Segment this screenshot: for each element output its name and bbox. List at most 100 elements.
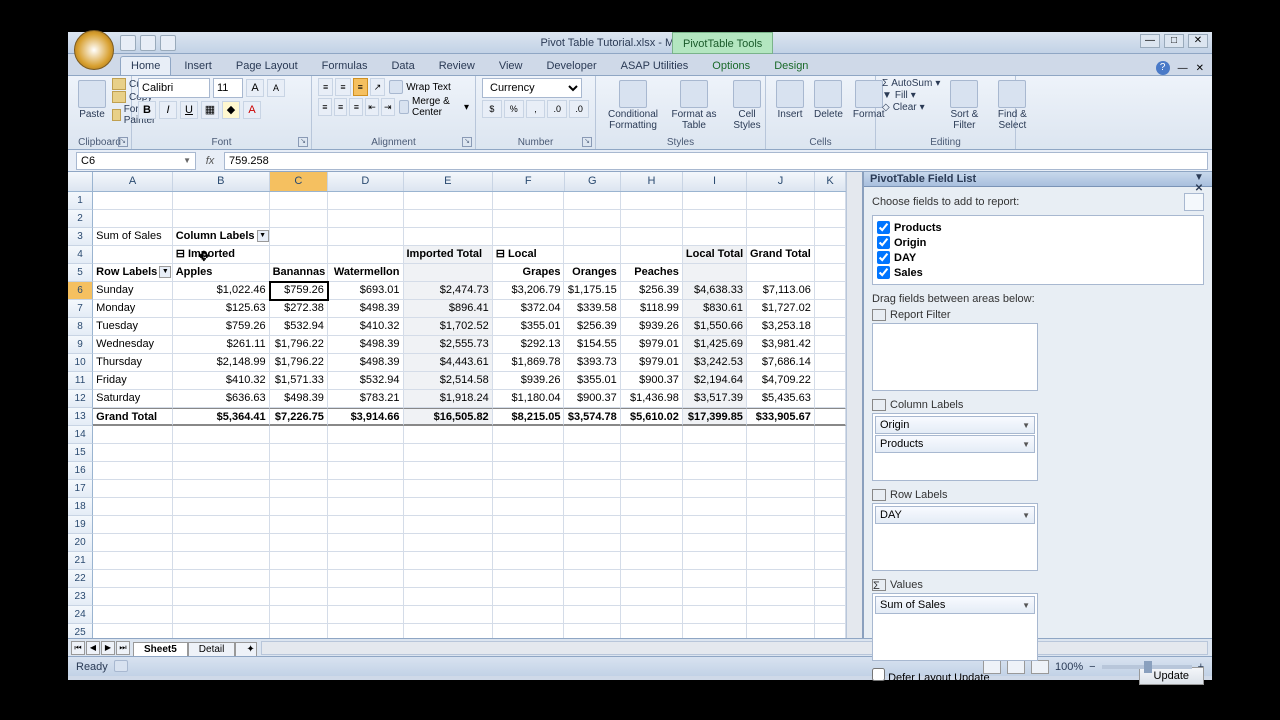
cell[interactable] — [815, 354, 846, 372]
redo-icon[interactable] — [160, 35, 176, 51]
column-header-J[interactable]: J — [747, 172, 815, 191]
cell[interactable] — [270, 426, 328, 444]
cell[interactable]: $693.01 — [328, 282, 404, 300]
font-size-select[interactable] — [213, 78, 243, 98]
cell[interactable]: $3,242.53 — [683, 354, 747, 372]
cell[interactable]: $339.58 — [564, 300, 620, 318]
cell[interactable] — [173, 552, 270, 570]
font-dialog-icon[interactable]: ↘ — [298, 137, 308, 147]
row-header[interactable]: 8 — [68, 318, 93, 336]
cell[interactable] — [564, 606, 620, 624]
cell[interactable]: $7,686.14 — [747, 354, 815, 372]
defer-update-checkbox[interactable]: Defer Layout Update — [872, 668, 990, 684]
layout-options-button[interactable] — [1184, 193, 1204, 211]
cell[interactable]: $5,364.41 — [173, 408, 270, 426]
cell[interactable] — [493, 534, 565, 552]
cell[interactable] — [747, 426, 815, 444]
cell[interactable] — [815, 444, 846, 462]
row-header[interactable]: 13 — [68, 408, 93, 426]
cell[interactable]: $16,505.82 — [404, 408, 493, 426]
cell[interactable]: $532.94 — [328, 372, 404, 390]
cell[interactable]: $3,574.78 — [564, 408, 620, 426]
cell[interactable] — [564, 444, 620, 462]
cell[interactable] — [93, 516, 173, 534]
cell[interactable] — [815, 588, 846, 606]
cell[interactable] — [683, 534, 747, 552]
cell[interactable] — [747, 570, 815, 588]
cell[interactable] — [747, 480, 815, 498]
sheet-tab-active[interactable]: Sheet5 — [133, 642, 188, 656]
cell[interactable]: Row Labels▼ — [93, 264, 173, 282]
cell[interactable] — [493, 462, 565, 480]
cell[interactable] — [404, 588, 493, 606]
row-header[interactable]: 17 — [68, 480, 93, 498]
cell[interactable] — [621, 462, 683, 480]
cell[interactable] — [747, 498, 815, 516]
cell[interactable]: $125.63 — [173, 300, 270, 318]
cell[interactable] — [173, 210, 270, 228]
cell[interactable] — [683, 516, 747, 534]
cell[interactable]: $7,226.75 — [270, 408, 328, 426]
row-header[interactable]: 7 — [68, 300, 93, 318]
cell[interactable] — [173, 444, 270, 462]
worksheet-grid[interactable]: ABCDEFGHIJK 123Sum of SalesColumn Labels… — [68, 172, 846, 638]
cell[interactable] — [493, 624, 565, 638]
cell[interactable]: $1,702.52 — [404, 318, 493, 336]
cell[interactable]: $4,443.61 — [404, 354, 493, 372]
cell[interactable] — [404, 210, 493, 228]
cell[interactable] — [815, 372, 846, 390]
cell[interactable] — [683, 552, 747, 570]
row-header[interactable]: 14 — [68, 426, 93, 444]
cell[interactable] — [815, 552, 846, 570]
row-header[interactable]: 24 — [68, 606, 93, 624]
cell[interactable] — [328, 534, 404, 552]
cell[interactable] — [270, 192, 328, 210]
clear-button[interactable]: ◇Clear ▾ — [882, 102, 940, 113]
cell[interactable] — [815, 570, 846, 588]
tab-data[interactable]: Data — [380, 56, 425, 75]
cell[interactable] — [564, 534, 620, 552]
cell[interactable]: $759.26 — [173, 318, 270, 336]
cell[interactable]: $636.63 — [173, 390, 270, 408]
cell[interactable]: $759.26 — [270, 282, 328, 300]
cell[interactable]: $410.32 — [173, 372, 270, 390]
cell[interactable]: Peaches — [621, 264, 683, 282]
cell[interactable] — [747, 588, 815, 606]
values-area[interactable]: Sum of Sales▼ — [872, 593, 1038, 661]
cell[interactable] — [815, 408, 846, 426]
tab-developer[interactable]: Developer — [535, 56, 607, 75]
cell[interactable] — [493, 228, 565, 246]
cell[interactable]: $498.39 — [328, 336, 404, 354]
merge-center-button[interactable]: Merge & Center ▾ — [397, 98, 469, 116]
cell[interactable] — [747, 624, 815, 638]
cell[interactable]: $939.26 — [621, 318, 683, 336]
cell[interactable] — [93, 588, 173, 606]
cell[interactable]: $783.21 — [328, 390, 404, 408]
cell[interactable] — [683, 480, 747, 498]
cell[interactable]: $118.99 — [621, 300, 683, 318]
cell[interactable]: $1,180.04 — [493, 390, 565, 408]
cell[interactable] — [683, 444, 747, 462]
increase-decimal-button[interactable]: .0 — [547, 100, 567, 118]
cell[interactable] — [93, 570, 173, 588]
cell[interactable] — [564, 570, 620, 588]
alignment-dialog-icon[interactable]: ↘ — [462, 137, 472, 147]
cell[interactable] — [328, 462, 404, 480]
border-button[interactable]: ▦ — [201, 101, 219, 119]
cell[interactable]: Tuesday — [93, 318, 173, 336]
tab-view[interactable]: View — [488, 56, 534, 75]
cell[interactable] — [493, 210, 565, 228]
cell[interactable] — [404, 534, 493, 552]
vertical-scrollbar[interactable] — [846, 172, 862, 638]
cell[interactable] — [404, 480, 493, 498]
row-header[interactable]: 1 — [68, 192, 93, 210]
cell[interactable] — [493, 588, 565, 606]
row-labels-dropdown[interactable]: ▼ — [159, 266, 171, 278]
cell[interactable]: Saturday — [93, 390, 173, 408]
close-workbook-icon[interactable]: ✕ — [1196, 63, 1204, 74]
underline-button[interactable]: U — [180, 101, 198, 119]
cell[interactable]: Grapes — [493, 264, 565, 282]
column-header-H[interactable]: H — [621, 172, 683, 191]
cell[interactable] — [404, 624, 493, 638]
cell[interactable] — [93, 624, 173, 638]
